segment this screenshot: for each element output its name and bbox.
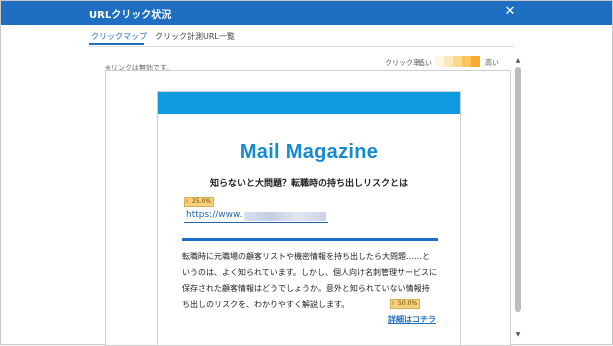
scroll-up-arrow-icon[interactable]: ▲: [514, 57, 522, 65]
redacted-url-part: [244, 212, 326, 221]
url-click-status-dialog: URLクリック状況 ✕ クリックマップ クリック計測URL一覧 ※リンクは無効で…: [0, 0, 613, 346]
detail-link: 詳細はコチラ: [388, 315, 436, 324]
vertical-scrollbar[interactable]: ▲ ▼: [514, 57, 522, 346]
dialog-titlebar: URLクリック状況 ✕: [1, 1, 612, 25]
legend-swatch-2: [444, 56, 453, 67]
detail-click-rate: 50.0%: [398, 300, 418, 307]
legend-swatch-4: [462, 56, 471, 67]
scroll-down-arrow-icon[interactable]: ▼: [514, 331, 522, 339]
pin-icon: ⁞: [392, 300, 394, 307]
active-tab-indicator: [89, 43, 144, 45]
link-click-rate: 25.0%: [192, 198, 212, 205]
link-underline: [184, 222, 328, 223]
close-icon[interactable]: ✕: [503, 5, 517, 19]
body-line: 転職時に元職場の顧客リストや機密情報を持ち出したら大問題……と: [182, 252, 430, 261]
body-line: いうのは、よく知られています。しかし、個人向け名刺管理サービスに: [182, 268, 437, 277]
content-divider: [182, 238, 438, 241]
dialog-title: URLクリック状況: [89, 10, 172, 21]
tab-divider: [89, 46, 514, 47]
legend-low-label: 低い: [418, 59, 432, 67]
legend-swatch-1: [435, 56, 444, 67]
legend-high-label: 高い: [485, 59, 499, 67]
mail-header-bar: [158, 92, 460, 114]
mail-subtitle: 知らないと大問題？転職時の持ち出しリスクとは: [209, 179, 408, 189]
tab-click-url-list[interactable]: クリック計測URL一覧: [155, 31, 235, 42]
pin-icon: ⁞: [186, 198, 188, 205]
detail-click-rate-badge: ⁞ 50.0%: [390, 299, 421, 309]
link-click-rate-badge: ⁞ 25.0%: [184, 197, 215, 207]
legend-swatch-3: [453, 56, 462, 67]
scroll-thumb[interactable]: [515, 67, 521, 312]
legend-swatch-5: [471, 56, 480, 67]
body-line: 保存された顧客情報はどうでしょうか。意外と知られていない情報持: [182, 284, 430, 293]
tracked-link-url: https://www.: [186, 210, 243, 220]
tab-click-map[interactable]: クリックマップ: [91, 31, 147, 42]
mail-title: Mail Magazine: [239, 141, 379, 163]
mail-preview: Mail Magazine 知らないと大問題？転職時の持ち出しリスクとは ⁞ 25…: [157, 91, 461, 346]
